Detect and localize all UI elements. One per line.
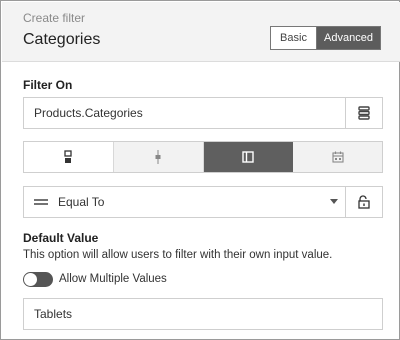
view-type-selector [23,141,383,173]
default-value-description: This option will allow users to filter w… [23,249,333,261]
panel-icon [242,151,254,163]
operator-dropdown[interactable]: Equal To [23,186,383,218]
unlock-icon [358,195,370,209]
filter-on-label: Filter On [23,78,73,92]
allow-multiple-toggle[interactable] [23,272,53,287]
view-type-calendar[interactable] [293,142,382,172]
default-value-input[interactable]: Tablets [23,298,383,330]
operator-value: Equal To [58,195,105,209]
filter-on-field[interactable]: Products.Categories [23,97,383,129]
mode-toggle: Basic Advanced [270,26,381,50]
chevron-down-icon [330,199,338,204]
default-value-text: Tablets [34,307,73,321]
page-title: Categories [23,31,101,48]
default-value-label: Default Value [23,231,99,245]
basic-mode-button[interactable]: Basic [271,27,317,49]
lock-toggle-button[interactable] [345,186,383,218]
advanced-mode-button[interactable]: Advanced [317,27,380,49]
allow-multiple-label: Allow Multiple Values [59,273,167,285]
equals-icon [34,199,48,205]
view-type-panel[interactable] [203,142,294,172]
view-type-single[interactable] [24,142,114,172]
range-slider-icon [155,150,161,164]
filter-on-value: Products.Categories [34,106,143,120]
panel-header: Create filter Categories Basic Advanced [2,2,400,62]
breadcrumb: Create filter [23,11,86,25]
list-icon [358,106,370,120]
filter-panel: Create filter Categories Basic Advanced … [0,0,400,340]
toggle-knob [24,273,37,286]
view-type-slider[interactable] [113,142,204,172]
single-value-icon [64,150,73,163]
field-picker-button[interactable] [345,97,383,129]
calendar-icon [332,151,344,163]
